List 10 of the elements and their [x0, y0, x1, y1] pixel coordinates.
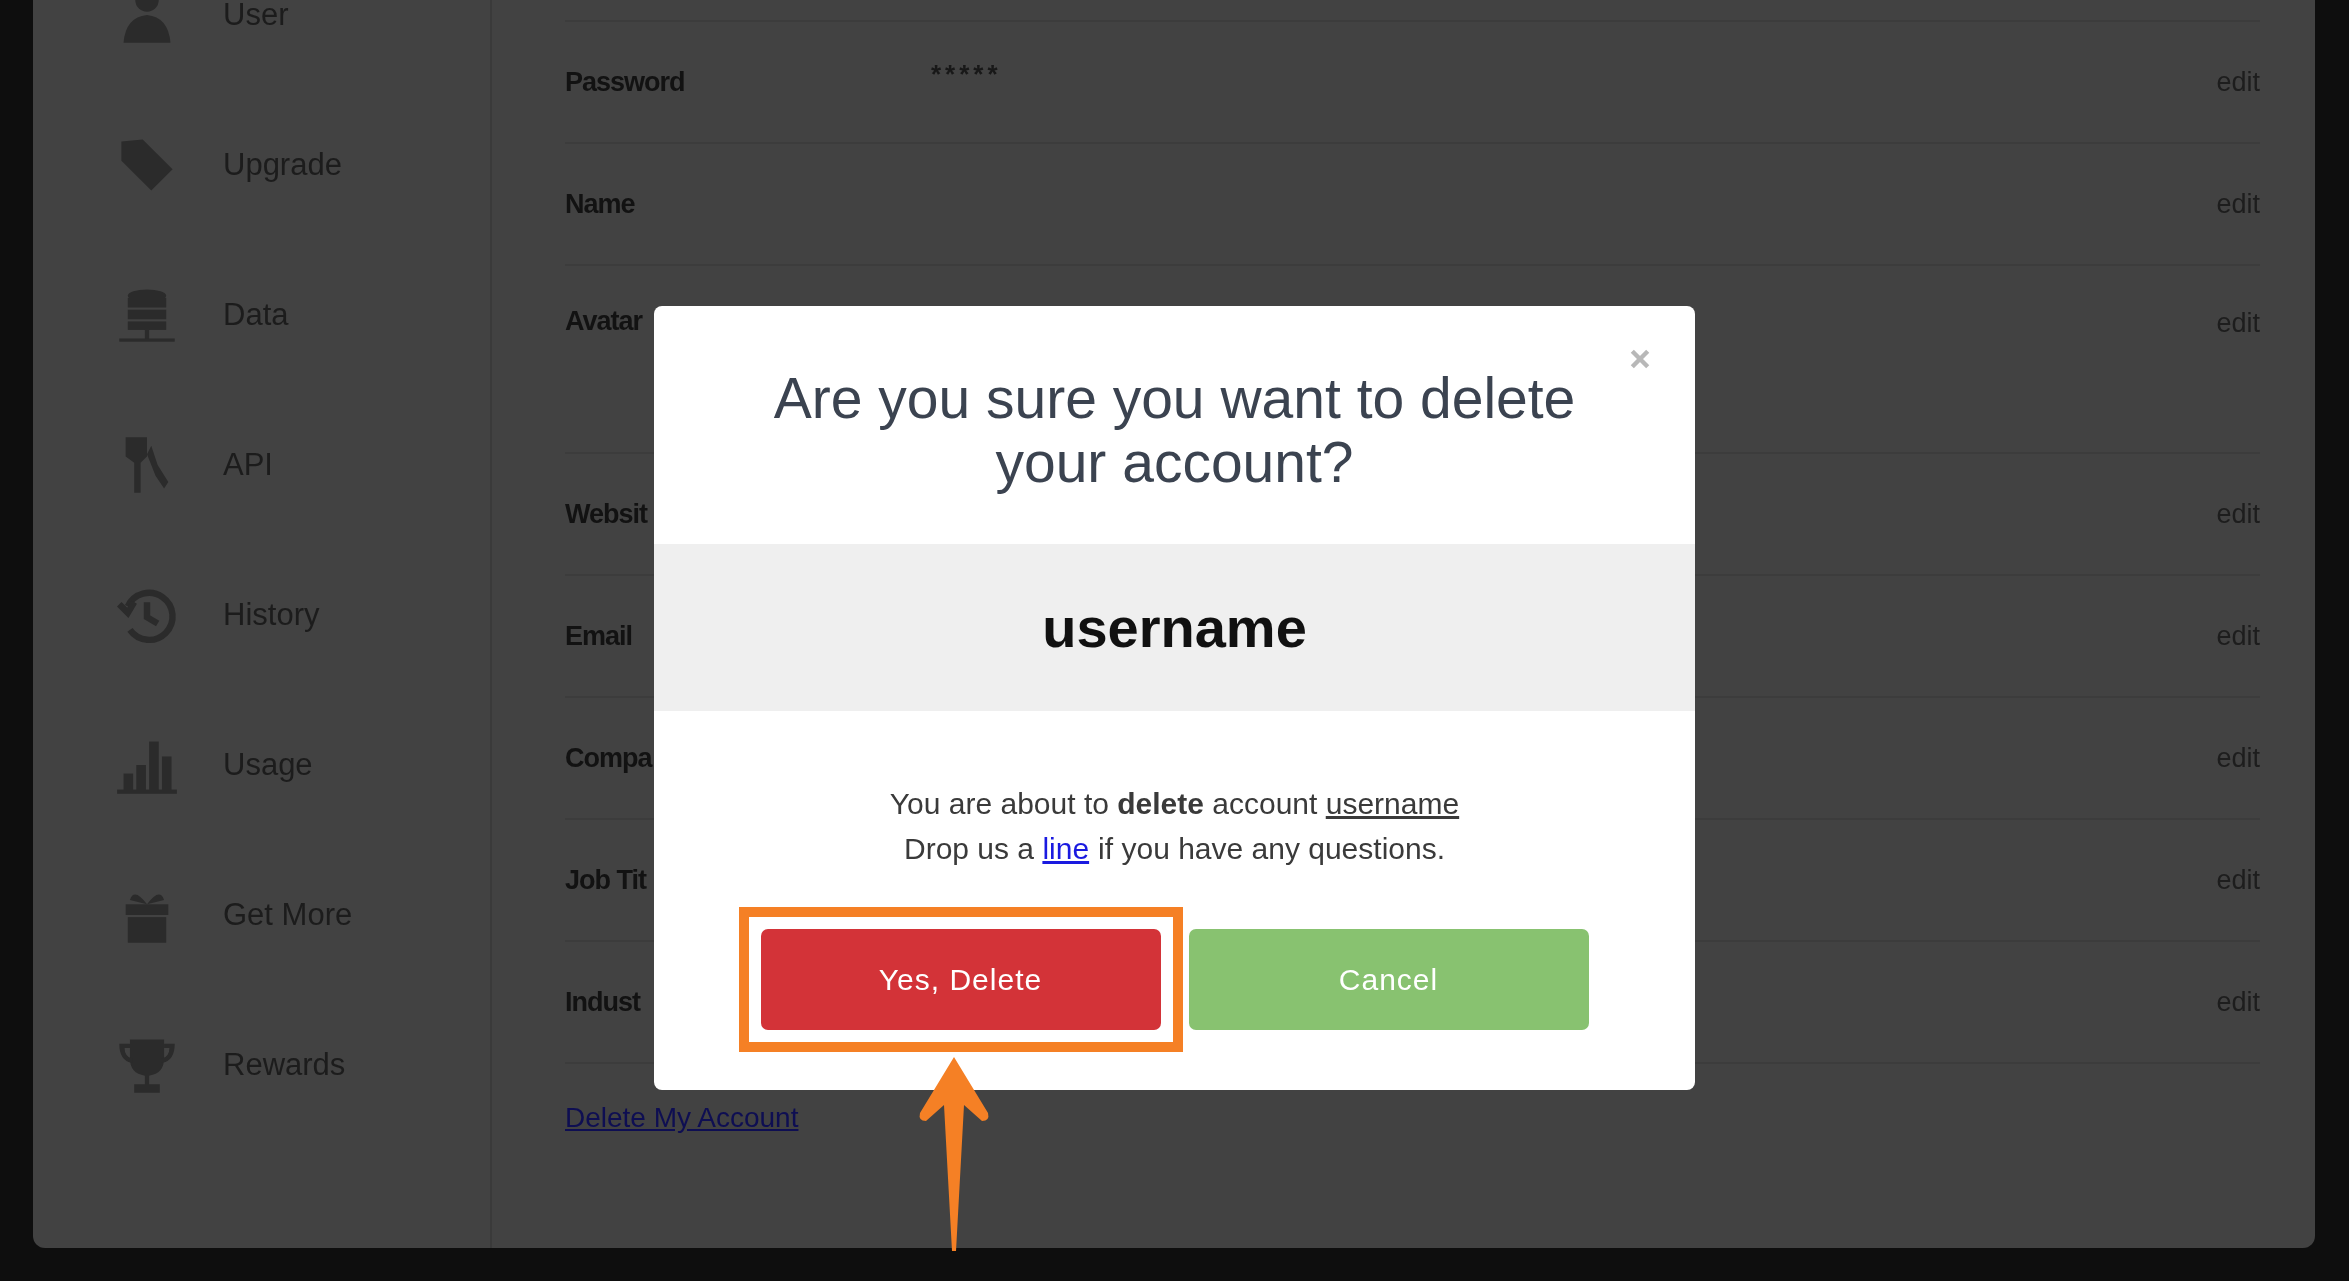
- dialog-title: Are you sure you want to delete your account?: [772, 365, 1577, 496]
- close-icon[interactable]: [1629, 348, 1651, 370]
- inline-link[interactable]: username: [1325, 787, 1460, 820]
- password-value: *****: [931, 58, 1002, 90]
- delete-button[interactable]: Yes, Delete: [760, 929, 1161, 1030]
- message-text: You are about to delete account username: [888, 786, 1461, 822]
- account-name: username: [1042, 595, 1307, 660]
- cancel-button[interactable]: Cancel: [1188, 929, 1589, 1030]
- inline-link[interactable]: line: [1042, 832, 1090, 865]
- message-text: Drop us a line if you have any questions.: [903, 831, 1446, 867]
